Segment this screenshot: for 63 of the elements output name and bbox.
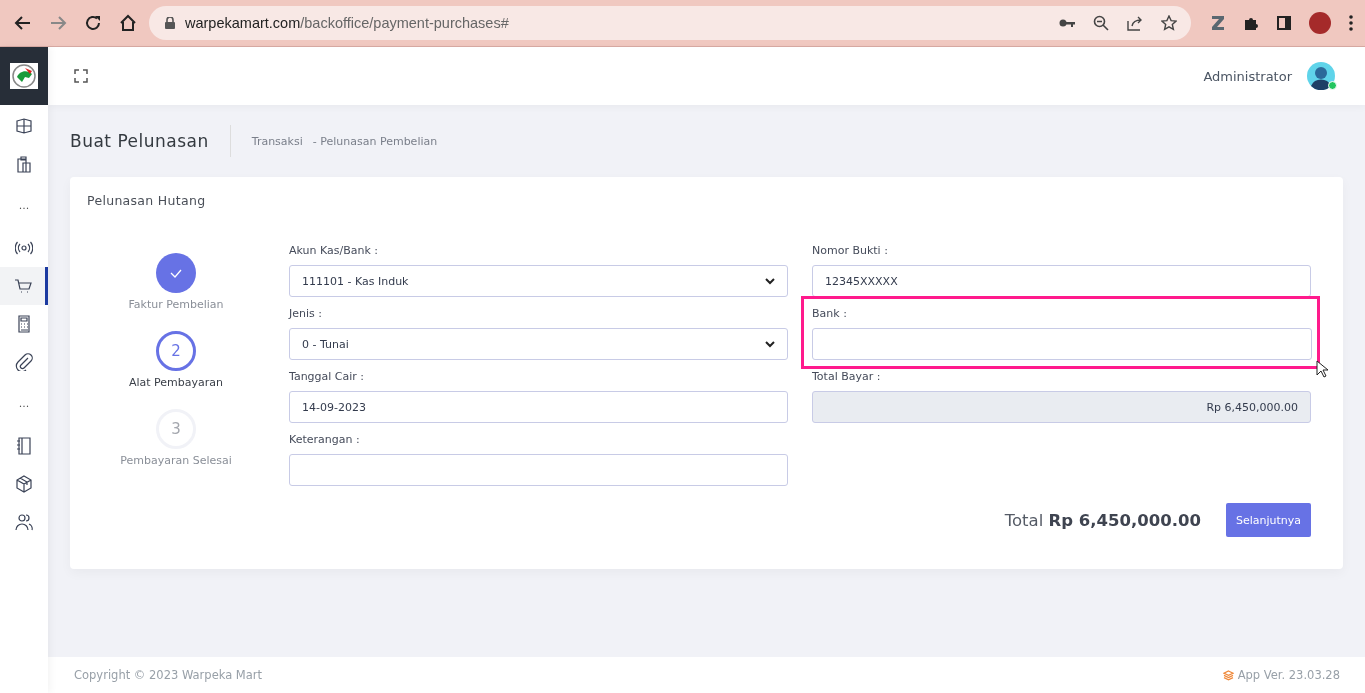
logo-icon [10,63,38,89]
check-icon [170,268,182,278]
step-label: Pembayaran Selesai [120,454,232,467]
calc-icon [15,315,33,333]
star-icon[interactable] [1161,15,1177,31]
profile-avatar[interactable] [1309,12,1331,34]
menu-icon[interactable] [1349,15,1353,31]
zoom-out-icon[interactable] [1093,15,1109,31]
mouse-pointer-icon [1316,360,1328,378]
page-title: Buat Pelunasan [70,125,231,157]
key-icon[interactable] [1059,18,1075,28]
user-avatar[interactable] [1307,62,1335,90]
field-label: Akun Kas/Bank : [289,244,380,258]
step-label: Alat Pembayaran [128,376,224,389]
field-label: Jenis : [289,307,323,321]
back-icon[interactable] [14,14,32,32]
input-field[interactable]: 12345XXXXX [812,265,1311,297]
next-button[interactable]: Selanjutnya [1225,503,1311,537]
total-amount: Total Rp 6,450,000.00 [1004,510,1201,530]
field-label: Tanggal Cair : [289,370,366,384]
input-field[interactable]: 14-09-2023 [289,391,788,423]
step-number: 3 [171,420,181,438]
side-panel-icon[interactable] [1277,16,1291,30]
grid-icon [15,117,33,135]
puzzle-icon[interactable] [1243,15,1259,31]
layers-icon [1222,669,1234,681]
copyright-text: Copyright © 2023 Warpeka Mart [74,668,263,682]
readonly-field: Rp 6,450,000.00 [812,391,1311,423]
step-label: Faktur Pembelian [128,298,224,311]
sidebar-item[interactable] [0,267,48,305]
menu-separator: ... [18,396,30,412]
reload-icon[interactable] [84,14,102,32]
cart-icon [13,277,32,295]
select-field[interactable]: 111101 - Kas Induk [289,265,788,297]
home-icon[interactable] [119,14,137,32]
input-field[interactable] [812,328,1312,360]
card-title: Pelunasan Hutang [87,193,207,208]
menu-separator: ... [18,198,30,214]
version-text: App Ver. 23.03.28 [1237,668,1340,682]
book-icon [15,437,33,455]
breadcrumb-item[interactable]: Transaksi [251,134,303,148]
step-number: 2 [171,342,181,360]
field-label: Bank : [812,307,848,321]
chevron-down-icon [765,340,775,348]
field-label: Keterangan : [289,433,361,447]
box-icon [15,475,33,493]
fullscreen-icon[interactable] [74,69,88,83]
field-label: Nomor Bukti : [812,244,889,258]
clip-icon [15,353,33,371]
lock-icon [165,17,175,29]
field-label: Total Bayar : [812,370,882,384]
radio-icon [15,239,33,257]
chevron-down-icon [765,277,775,285]
clipboard-icon [15,155,33,173]
input-field[interactable] [289,454,788,486]
users-icon [15,513,33,531]
address-bar[interactable]: warpekamart.com/backoffice/payment-purchases# [149,6,1191,40]
url-text: warpekamart.com/backoffice/payment-purchases# [185,15,510,31]
user-name[interactable]: Administrator [1203,68,1292,84]
z-extension-icon[interactable] [1211,15,1225,31]
share-icon[interactable] [1127,15,1143,31]
select-field[interactable]: 0 - Tunai [289,328,788,360]
breadcrumb-item[interactable]: - Pelunasan Pembelian [312,134,438,148]
